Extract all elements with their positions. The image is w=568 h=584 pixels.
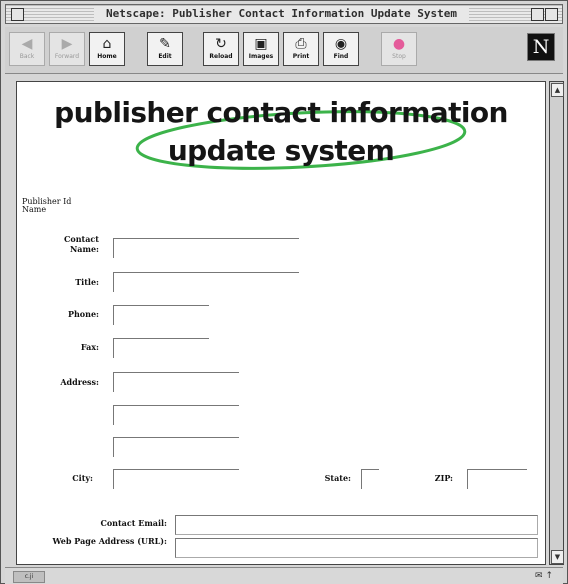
netscape-logo: N <box>527 33 555 61</box>
name-label: Name <box>22 205 47 214</box>
close-box-icon[interactable] <box>11 8 24 21</box>
status-text: c.ji <box>13 571 45 583</box>
zip-label: ZIP: <box>434 473 453 483</box>
stop-button[interactable]: ● Stop <box>381 32 417 66</box>
back-button[interactable]: ◀ Back <box>9 32 45 66</box>
contact-email-field[interactable] <box>175 515 538 535</box>
fax-label: Fax: <box>80 342 99 352</box>
stop-icon: ● <box>392 36 406 52</box>
edit-button[interactable]: ✎ Edit <box>147 32 183 66</box>
printer-icon: ⎙ <box>295 36 307 52</box>
print-button-label: Print <box>292 53 310 60</box>
images-icon: ▣ <box>254 36 268 52</box>
contact-name-label: Contact Name: <box>64 234 99 254</box>
browser-window: Netscape: Publisher Contact Information … <box>0 0 568 584</box>
publisher-id-block: Publisher Id Name <box>22 198 71 214</box>
banner: publisher contact information update sys… <box>17 96 545 182</box>
mail-icon[interactable]: ✉ ↑ <box>535 570 553 582</box>
reload-button[interactable]: ↻ Reload <box>203 32 239 66</box>
collapse-box-icon[interactable] <box>545 8 558 21</box>
images-button-label: Images <box>248 53 274 60</box>
banner-line-1: publisher contact information <box>54 96 508 129</box>
zoom-box-icon[interactable] <box>531 8 544 21</box>
phone-field[interactable] <box>113 305 209 325</box>
state-field[interactable] <box>361 469 379 489</box>
navigation-toolbar: ◀ Back ▶ Forward ⌂ Home ✎ Edit ↻ Reload … <box>5 27 563 74</box>
title-bar[interactable]: Netscape: Publisher Contact Information … <box>5 4 563 24</box>
back-arrow-icon: ◀ <box>21 36 33 52</box>
title-label: Title: <box>75 277 99 287</box>
print-button[interactable]: ⎙ Print <box>283 32 319 66</box>
home-icon: ⌂ <box>102 36 112 52</box>
scroll-up-arrow-icon[interactable]: ▲ <box>551 83 564 97</box>
images-button[interactable]: ▣ Images <box>243 32 279 66</box>
window-title: Netscape: Publisher Contact Information … <box>94 7 469 21</box>
binoculars-icon: ◉ <box>334 36 348 52</box>
contact-email-label: Contact Email: <box>100 518 167 528</box>
back-button-label: Back <box>19 53 35 60</box>
banner-line-2: update system <box>167 134 395 167</box>
address-line-1-field[interactable] <box>113 372 239 392</box>
find-button-label: Find <box>333 53 349 60</box>
home-button[interactable]: ⌂ Home <box>89 32 125 66</box>
pencil-icon: ✎ <box>159 36 171 52</box>
page-content: publisher contact information update sys… <box>16 81 546 565</box>
web-page-address-label: Web Page Address (URL): <box>52 536 167 546</box>
contact-name-field[interactable] <box>113 238 299 258</box>
city-field[interactable] <box>113 469 239 489</box>
reload-button-label: Reload <box>209 53 233 60</box>
scroll-down-arrow-icon[interactable]: ▼ <box>551 550 564 564</box>
address-line-2-field[interactable] <box>113 405 239 425</box>
find-button[interactable]: ◉ Find <box>323 32 359 66</box>
web-page-address-field[interactable] <box>175 538 538 558</box>
forward-button[interactable]: ▶ Forward <box>49 32 85 66</box>
status-bar: c.ji ✉ ↑ <box>5 567 563 584</box>
stop-button-label: Stop <box>392 53 406 60</box>
fax-field[interactable] <box>113 338 209 358</box>
forward-arrow-icon: ▶ <box>61 36 73 52</box>
address-label: Address: <box>60 377 99 387</box>
city-label: City: <box>72 473 93 483</box>
address-line-3-field[interactable] <box>113 437 239 457</box>
edit-button-label: Edit <box>158 53 172 60</box>
title-field[interactable] <box>113 272 299 292</box>
phone-label: Phone: <box>67 309 99 319</box>
forward-button-label: Forward <box>54 53 80 60</box>
zip-field[interactable] <box>467 469 527 489</box>
vertical-scrollbar[interactable]: ▲ ▼ <box>549 81 564 565</box>
reload-icon: ↻ <box>215 36 227 52</box>
state-label: State: <box>324 473 351 483</box>
home-button-label: Home <box>97 53 117 60</box>
